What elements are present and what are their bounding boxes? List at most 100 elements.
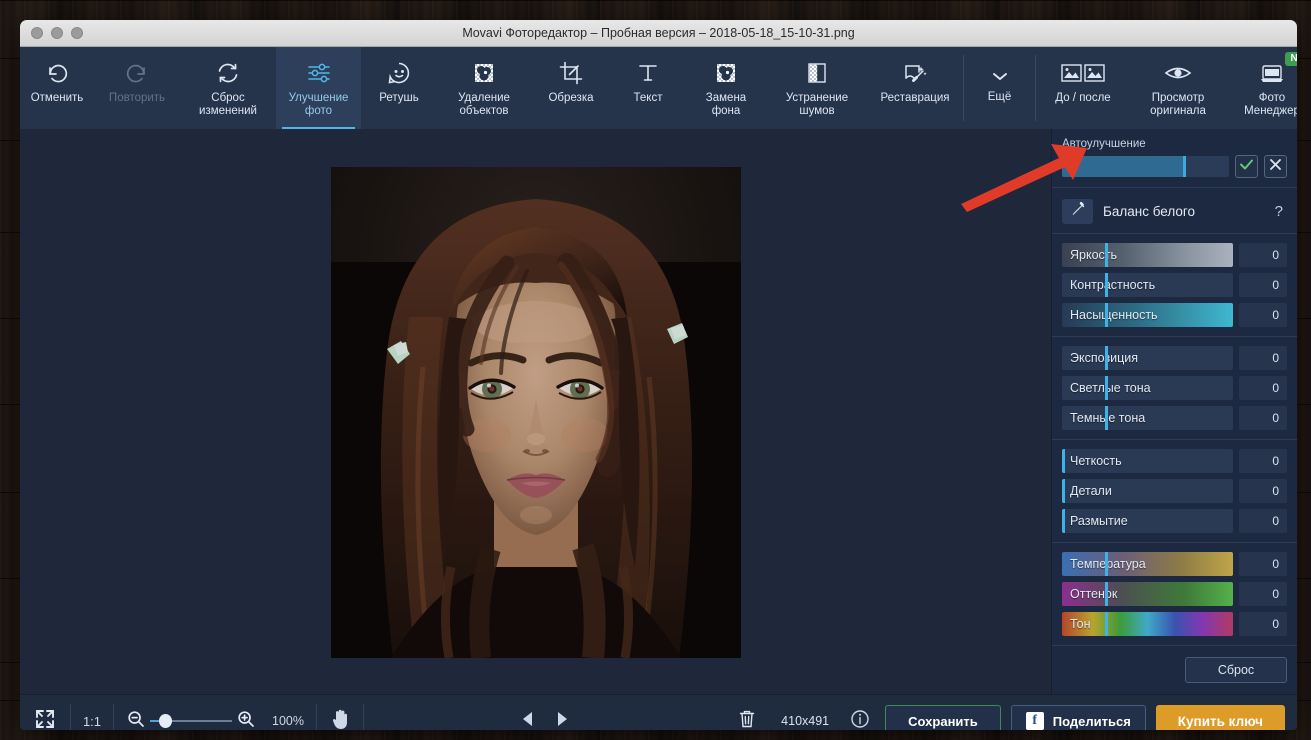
minimize-button[interactable]	[51, 27, 63, 39]
checkmark-icon	[1239, 158, 1254, 176]
toolbar-label: Удаление объектов	[458, 92, 510, 117]
previous-image-icon	[521, 711, 535, 731]
slider-handle[interactable]	[1104, 303, 1108, 327]
reset-button[interactable]: Сброс	[1185, 657, 1287, 683]
eyedropper-button[interactable]	[1062, 199, 1093, 224]
zoom-out-icon	[127, 710, 145, 731]
help-icon[interactable]: ?	[1275, 203, 1287, 220]
bottom-divider-4	[363, 704, 364, 730]
toolbar-item-reset-changes[interactable]: Сброс изменений	[180, 47, 276, 129]
slider-value-blur[interactable]: 0	[1239, 509, 1287, 533]
toolbar-item-restoration[interactable]: Реставрация	[867, 47, 963, 129]
slider-row: Яркость 0	[1062, 243, 1287, 267]
slider-exposure[interactable]: Экспозиция	[1062, 346, 1233, 370]
slider-contrast[interactable]: Контрастность	[1062, 273, 1233, 297]
auto-enhance-handle[interactable]	[1182, 156, 1186, 177]
toolbar-item-before-after[interactable]: До / после	[1036, 47, 1130, 129]
editor-body: Автоулучшение Баланс белого ? Яркость 0 …	[20, 129, 1297, 694]
white-balance-row[interactable]: Баланс белого ?	[1062, 197, 1287, 224]
slider-temperature[interactable]: Температура	[1062, 552, 1233, 576]
previous-image-button[interactable]	[511, 711, 545, 731]
slider-value-shadows[interactable]: 0	[1239, 406, 1287, 430]
slider-handle[interactable]	[1062, 449, 1065, 473]
toolbar-item-undo[interactable]: Отменить	[20, 47, 94, 129]
slider-handle[interactable]	[1104, 406, 1108, 430]
slider-label: Размытие	[1070, 514, 1128, 528]
slider-saturation[interactable]: Насыщенность	[1062, 303, 1233, 327]
toolbar-item-noise-removal[interactable]: Устранение шумов	[767, 47, 867, 129]
photo-canvas[interactable]	[330, 166, 741, 658]
zoom-in-button[interactable]	[232, 710, 260, 731]
toolbar-item-view-original[interactable]: Просмотр оригинала	[1130, 47, 1226, 129]
slider-value-highlights[interactable]: 0	[1239, 376, 1287, 400]
slider-handle[interactable]	[1104, 582, 1108, 606]
slider-handle[interactable]	[1104, 243, 1108, 267]
toolbar-item-text[interactable]: Текст	[611, 47, 685, 129]
hand-tool-button[interactable]	[317, 708, 363, 731]
slider-blur[interactable]: Размытие	[1062, 509, 1233, 533]
auto-enhance-row	[1062, 155, 1287, 178]
slider-hue[interactable]: Тон	[1062, 612, 1233, 636]
info-button[interactable]	[841, 709, 879, 731]
zoom-slider[interactable]	[150, 714, 232, 728]
toolbar-item-background-swap[interactable]: Замена фона	[685, 47, 767, 129]
slider-value-contrast[interactable]: 0	[1239, 273, 1287, 297]
toolbar-label: Текст	[633, 92, 663, 104]
delete-button[interactable]	[725, 709, 769, 731]
slider-handle[interactable]	[1062, 479, 1065, 503]
slider-value-exposure[interactable]: 0	[1239, 346, 1287, 370]
slider-brightness[interactable]: Яркость	[1062, 243, 1233, 267]
fit-to-screen-button[interactable]	[20, 708, 70, 731]
zoom-out-button[interactable]	[122, 710, 150, 731]
buy-key-button[interactable]: Купить ключ	[1155, 705, 1286, 730]
toolbar-item-more[interactable]: Ещё	[964, 47, 1035, 129]
zoom-slider-knob[interactable]	[159, 714, 172, 728]
slider-tint[interactable]: Оттенок	[1062, 582, 1233, 606]
toolbar-item-crop[interactable]: Обрезка	[531, 47, 611, 129]
auto-enhance-slider[interactable]	[1062, 156, 1229, 177]
slider-clarity[interactable]: Четкость	[1062, 449, 1233, 473]
slider-value-saturation[interactable]: 0	[1239, 303, 1287, 327]
slider-value-hue[interactable]: 0	[1239, 612, 1287, 636]
share-button[interactable]: f Поделиться	[1010, 705, 1146, 730]
slider-details[interactable]: Детали	[1062, 479, 1233, 503]
window-controls[interactable]	[31, 27, 83, 39]
slider-highlights[interactable]: Светлые тона	[1062, 376, 1233, 400]
toolbar-item-redo[interactable]: Повторить	[94, 47, 180, 129]
slider-group-3: Четкость 0 Детали 0 Размытие 0	[1062, 449, 1287, 533]
chevron-down-icon	[990, 65, 1010, 87]
next-image-button[interactable]	[545, 711, 579, 731]
slider-row: Размытие 0	[1062, 509, 1287, 533]
save-button[interactable]: Сохранить	[885, 705, 1001, 730]
slider-handle[interactable]	[1062, 509, 1065, 533]
toolbar-label: Просмотр оригинала	[1150, 92, 1206, 117]
slider-handle[interactable]	[1104, 273, 1108, 297]
slider-handle[interactable]	[1104, 346, 1108, 370]
slider-handle[interactable]	[1104, 552, 1108, 576]
cancel-button[interactable]	[1264, 155, 1287, 178]
toolbar-item-photo-enhance[interactable]: Улучшение фото	[276, 47, 361, 129]
slider-value-tint[interactable]: 0	[1239, 582, 1287, 606]
slider-value-details[interactable]: 0	[1239, 479, 1287, 503]
zoom-one-to-one-button[interactable]: 1:1	[71, 714, 113, 729]
titlebar: Movavi Фоторедактор – Пробная версия – 2…	[20, 20, 1297, 47]
toolbar-item-retouch[interactable]: Ретушь	[361, 47, 437, 129]
slider-row: Насыщенность 0	[1062, 303, 1287, 327]
maximize-button[interactable]	[71, 27, 83, 39]
adjust-sliders-icon	[305, 58, 333, 88]
adjustments-panel: Автоулучшение Баланс белого ? Яркость 0 …	[1051, 129, 1297, 694]
slider-value-clarity[interactable]: 0	[1239, 449, 1287, 473]
apply-button[interactable]	[1235, 155, 1258, 178]
slider-value-brightness[interactable]: 0	[1239, 243, 1287, 267]
close-button[interactable]	[31, 27, 43, 39]
facebook-icon: f	[1025, 712, 1044, 730]
slider-handle[interactable]	[1104, 376, 1108, 400]
canvas-area[interactable]	[20, 129, 1051, 694]
toolbar-item-photo-manager[interactable]: New Фото Менеджер	[1226, 47, 1297, 129]
slider-handle[interactable]	[1104, 612, 1108, 636]
eyedropper-icon	[1070, 201, 1086, 222]
slider-value-temperature[interactable]: 0	[1239, 552, 1287, 576]
slider-shadows[interactable]: Темные тона	[1062, 406, 1233, 430]
toolbar-item-object-removal[interactable]: Удаление объектов	[437, 47, 531, 129]
share-label: Поделиться	[1052, 713, 1131, 729]
